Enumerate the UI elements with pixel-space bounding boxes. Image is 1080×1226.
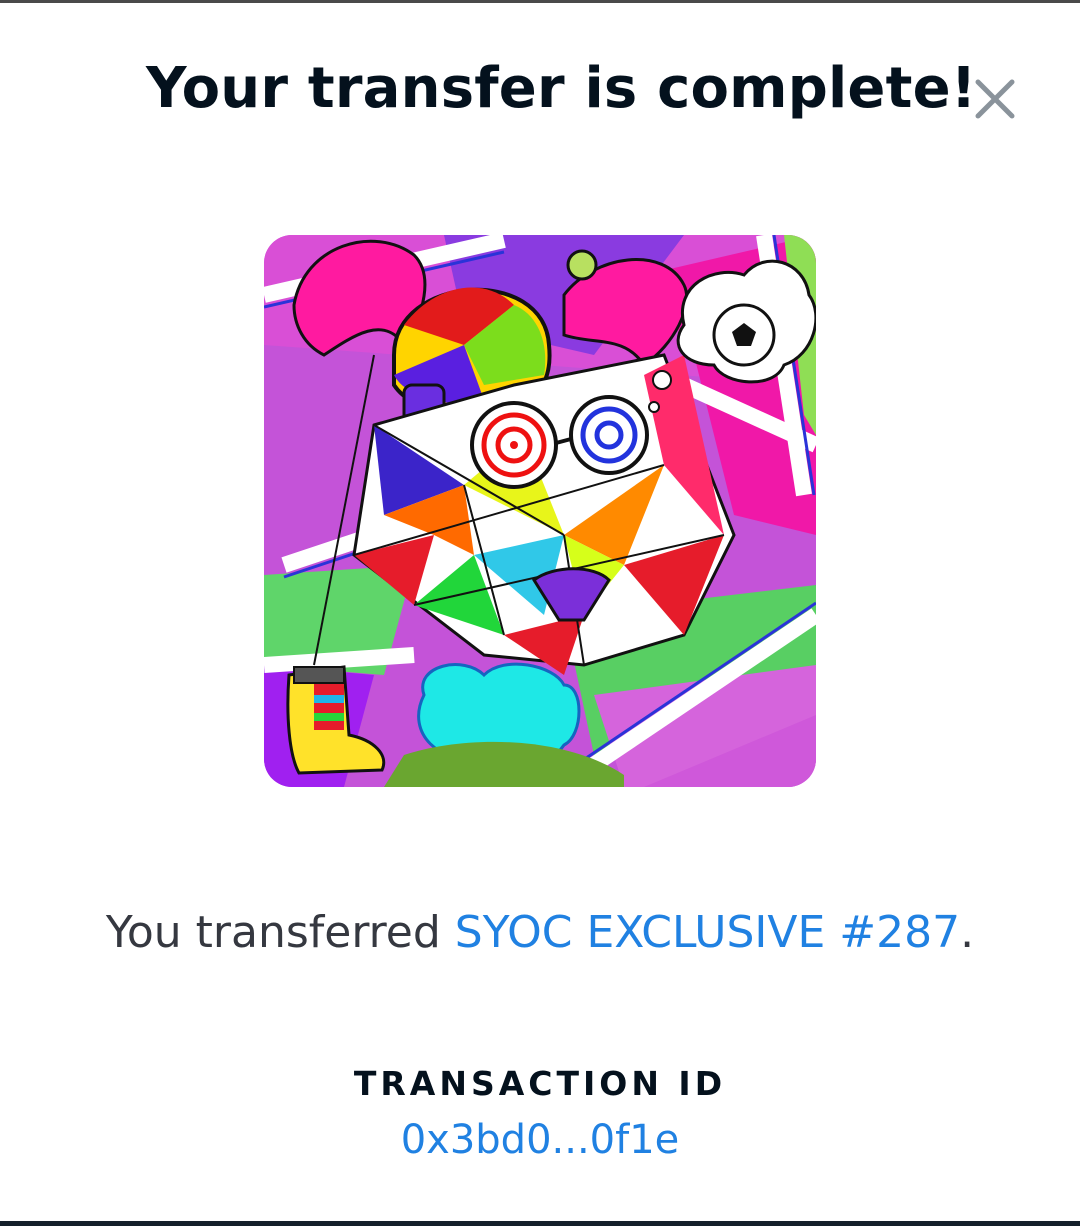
nft-image [264, 235, 816, 787]
bottom-divider [0, 1221, 1080, 1226]
close-icon[interactable] [966, 70, 1024, 128]
transfer-message-prefix: You transferred [105, 907, 455, 958]
nft-artwork [264, 235, 816, 787]
transfer-message: You transferred SYOC EXCLUSIVE #287. [0, 907, 1080, 958]
transaction-id-label: TRANSACTION ID [353, 1064, 727, 1103]
transfer-message-suffix: . [960, 907, 975, 958]
transfer-complete-modal: Your transfer is complete! You transferr… [0, 0, 1080, 1226]
top-divider [0, 0, 1080, 3]
nft-item-link[interactable]: SYOC EXCLUSIVE #287 [455, 907, 960, 958]
transaction-id-link[interactable]: 0x3bd0...0f1e [0, 1117, 1080, 1163]
modal-title: Your transfer is complete! [146, 56, 977, 121]
close-button[interactable] [966, 70, 1024, 128]
